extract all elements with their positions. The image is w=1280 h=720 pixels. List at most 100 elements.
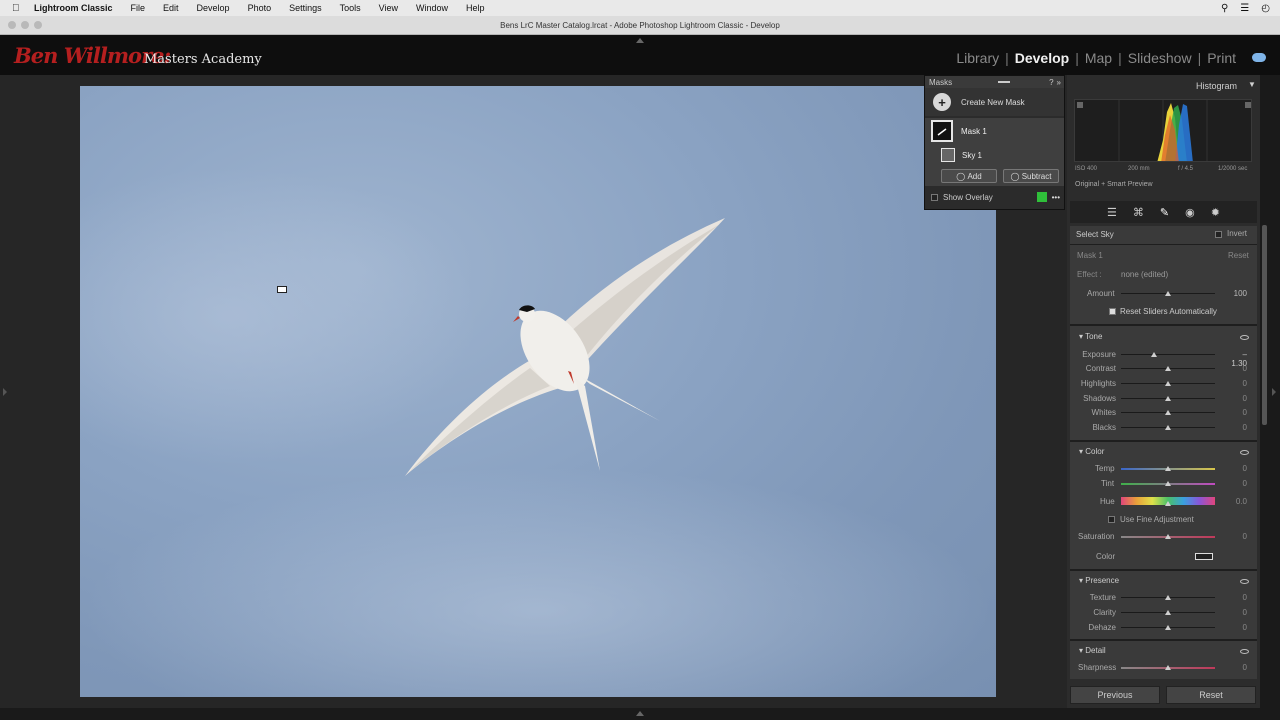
tone-slider-handle[interactable] <box>1165 425 1171 430</box>
mask-reset-button[interactable]: Reset <box>1228 251 1249 260</box>
top-panel-toggle-icon[interactable] <box>636 38 644 43</box>
menu-tools[interactable]: Tools <box>340 3 361 13</box>
module-print[interactable]: Print <box>1207 50 1236 66</box>
control-center-icon[interactable]: ☰ <box>1240 3 1249 14</box>
hue-slider-handle[interactable] <box>1165 501 1171 506</box>
module-library[interactable]: Library <box>956 50 999 66</box>
color-header[interactable]: ▾ Color <box>1079 447 1104 456</box>
help-icon[interactable]: ? <box>1049 78 1053 87</box>
sharpness-value[interactable]: 0 <box>1227 663 1247 672</box>
menu-photo[interactable]: Photo <box>248 3 272 13</box>
tone-slider-value[interactable]: 0 <box>1227 379 1247 388</box>
menu-file[interactable]: File <box>131 3 146 13</box>
saturation-value[interactable]: 0 <box>1227 532 1247 541</box>
tint-slider-handle[interactable] <box>1165 481 1171 486</box>
close-window-button[interactable] <box>8 21 16 29</box>
panel-grip-icon[interactable] <box>998 81 1011 83</box>
presence-header[interactable]: ▾ Presence <box>1079 576 1119 585</box>
tone-slider-value[interactable]: 0 <box>1227 408 1247 417</box>
reset-button[interactable]: Reset <box>1166 686 1256 704</box>
presence-slider-value[interactable]: 0 <box>1227 593 1247 602</box>
histogram-title[interactable]: Histogram <box>1196 81 1237 91</box>
amount-value[interactable]: 100 <box>1227 289 1247 298</box>
histogram-chart[interactable] <box>1074 99 1252 162</box>
menu-view[interactable]: View <box>379 3 398 13</box>
masks-panel: Masks ? » + Create New Mask Mask 1 Sky 1… <box>924 75 1065 210</box>
minimize-window-button[interactable] <box>21 21 29 29</box>
mask-component-item[interactable]: Sky 1 <box>925 144 1064 166</box>
right-panel-scrollbar[interactable] <box>1262 225 1267 425</box>
menu-window[interactable]: Window <box>416 3 448 13</box>
zoom-window-button[interactable] <box>34 21 42 29</box>
mask-pin-icon[interactable] <box>277 286 287 293</box>
detail-visibility-icon[interactable] <box>1240 649 1249 654</box>
tone-slider-track[interactable] <box>1121 354 1215 355</box>
menu-develop[interactable]: Develop <box>197 3 230 13</box>
temp-slider-handle[interactable] <box>1165 466 1171 471</box>
tone-slider-handle[interactable] <box>1165 396 1171 401</box>
more-options-icon[interactable]: ••• <box>1052 193 1060 202</box>
left-panel-toggle-icon[interactable] <box>3 388 7 396</box>
previous-button[interactable]: Previous <box>1070 686 1160 704</box>
subtract-button[interactable]: ◯ Subtract <box>1003 169 1059 183</box>
sharpness-slider-handle[interactable] <box>1165 665 1171 670</box>
reset-sliders-checkbox[interactable] <box>1109 308 1116 315</box>
presence-slider-handle[interactable] <box>1165 595 1171 600</box>
tone-slider-handle[interactable] <box>1165 366 1171 371</box>
presence-slider-handle[interactable] <box>1165 625 1171 630</box>
edit-sliders-icon[interactable]: ☰ <box>1107 206 1117 219</box>
module-develop[interactable]: Develop <box>1015 50 1069 66</box>
menu-help[interactable]: Help <box>466 3 485 13</box>
tone-slider-value[interactable]: 0 <box>1227 423 1247 432</box>
menu-app[interactable]: Lightroom Classic <box>34 3 113 13</box>
detail-header[interactable]: ▾ Detail <box>1079 646 1106 655</box>
presence-slider-value[interactable]: 0 <box>1227 608 1247 617</box>
presence-visibility-icon[interactable] <box>1240 579 1249 584</box>
tone-slider-handle[interactable] <box>1165 381 1171 386</box>
brand-name: Masters Academy <box>144 52 262 67</box>
saturation-slider-handle[interactable] <box>1165 534 1171 539</box>
effect-dropdown[interactable]: none (edited) <box>1121 270 1168 279</box>
invert-checkbox[interactable] <box>1215 231 1222 238</box>
color-picker-swatch[interactable] <box>1195 553 1213 560</box>
menu-settings[interactable]: Settings <box>289 3 322 13</box>
color-visibility-icon[interactable] <box>1240 450 1249 455</box>
module-slideshow[interactable]: Slideshow <box>1128 50 1192 66</box>
tone-slider-value[interactable]: 0 <box>1227 364 1247 373</box>
red-eye-icon[interactable]: ◉ <box>1185 206 1195 219</box>
amount-slider-handle[interactable] <box>1165 291 1171 296</box>
search-icon[interactable]: ⚲ <box>1221 3 1228 14</box>
add-button[interactable]: ◯ Add <box>941 169 997 183</box>
module-map[interactable]: Map <box>1085 50 1112 66</box>
crop-icon[interactable]: ⌘ <box>1133 206 1144 219</box>
mask-item[interactable]: Mask 1 <box>925 118 1064 144</box>
tone-slider-value[interactable]: 0 <box>1227 394 1247 403</box>
masks-panel-header[interactable]: Masks ? » <box>925 76 1064 88</box>
tint-value[interactable]: 0 <box>1227 479 1247 488</box>
tone-slider-handle[interactable] <box>1165 410 1171 415</box>
collapse-panel-icon[interactable]: » <box>1057 78 1061 87</box>
show-overlay-checkbox[interactable] <box>931 193 938 201</box>
fine-adjustment-checkbox[interactable] <box>1108 516 1115 523</box>
menu-edit[interactable]: Edit <box>163 3 179 13</box>
cloud-sync-icon[interactable] <box>1252 53 1266 62</box>
tone-slider-label: Exposure <box>1082 350 1116 359</box>
tone-visibility-icon[interactable] <box>1240 335 1249 340</box>
presence-slider-value[interactable]: 0 <box>1227 623 1247 632</box>
healing-brush-icon[interactable]: ✎ <box>1160 206 1169 219</box>
create-new-mask-button[interactable]: + Create New Mask <box>925 88 1064 116</box>
tone-slider-handle[interactable] <box>1150 352 1157 357</box>
presence-slider-handle[interactable] <box>1165 610 1171 615</box>
apple-icon[interactable]:  <box>12 3 26 14</box>
photo-canvas[interactable] <box>80 86 996 697</box>
hue-value[interactable]: 0.0 <box>1227 497 1247 506</box>
filmstrip-toggle-icon[interactable] <box>636 711 644 716</box>
right-panel-toggle-icon[interactable] <box>1272 388 1276 396</box>
masks-panel-title: Masks <box>929 77 953 87</box>
temp-value[interactable]: 0 <box>1227 464 1247 473</box>
collapse-histogram-icon[interactable]: ▼ <box>1248 80 1256 89</box>
clock-icon[interactable]: ◴ <box>1261 3 1270 14</box>
masking-icon[interactable]: ✹ <box>1211 206 1220 219</box>
tone-header[interactable]: ▾ Tone <box>1079 332 1102 341</box>
overlay-color-swatch[interactable] <box>1036 192 1047 202</box>
